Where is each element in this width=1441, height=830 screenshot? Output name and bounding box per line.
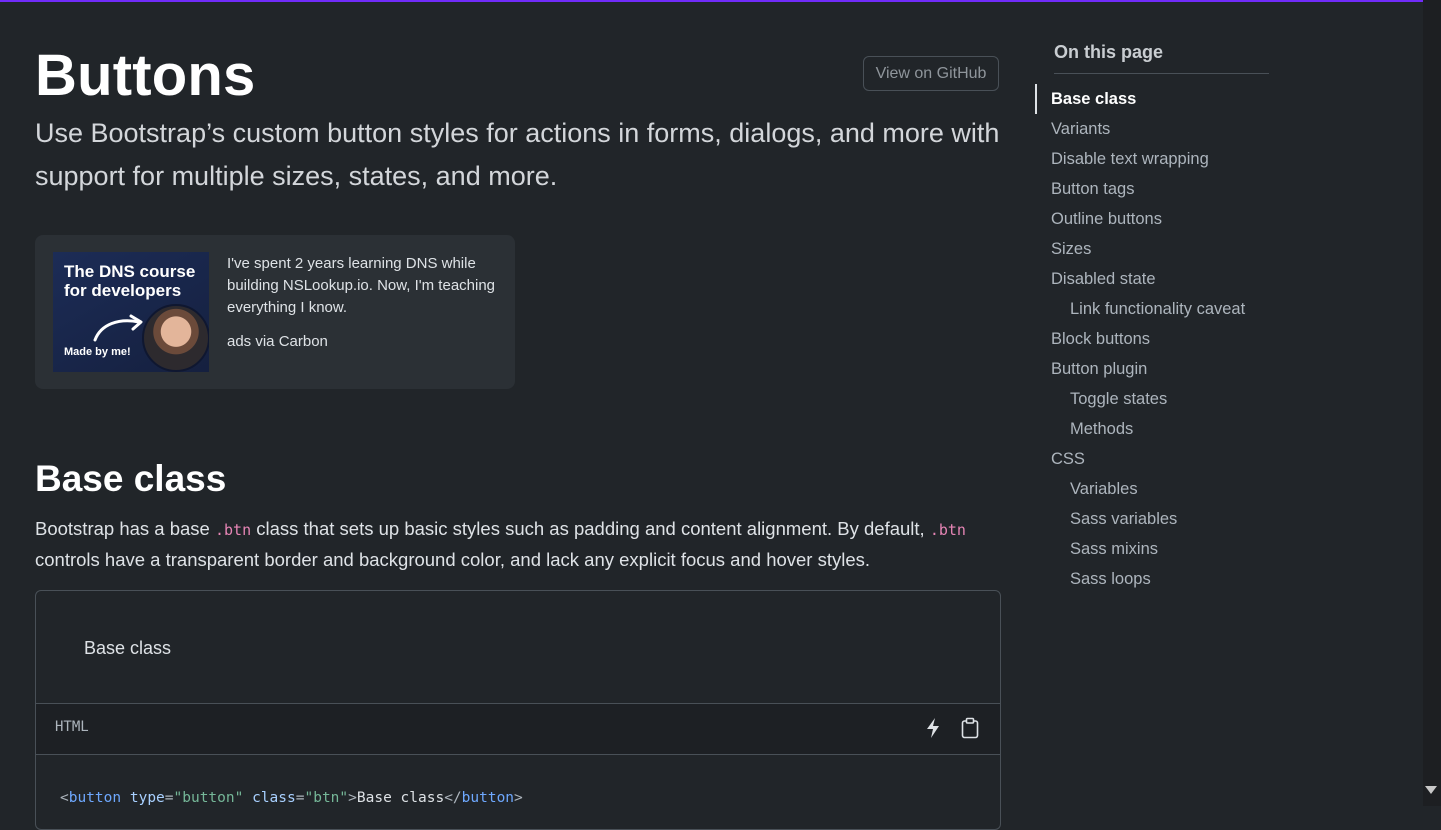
toc-item-variables[interactable]: Variables	[1035, 474, 1245, 504]
inline-code-btn: .btn	[214, 521, 252, 539]
clipboard-icon[interactable]	[960, 717, 980, 739]
toc-item-css[interactable]: CSS	[1035, 444, 1245, 474]
toc-item-link-functionality-caveat[interactable]: Link functionality caveat	[1035, 294, 1245, 324]
page-lead: Use Bootstrap’s custom button styles for…	[35, 118, 1000, 191]
code-language-label: HTML	[55, 719, 89, 735]
toc-item-toggle-states[interactable]: Toggle states	[1035, 384, 1245, 414]
view-on-github-button[interactable]: View on GitHub	[863, 56, 999, 91]
toc-item-base-class[interactable]: Base class	[1035, 84, 1245, 114]
ad-image-caption: Made by me!	[64, 346, 131, 358]
para-text-1: Bootstrap has a base	[35, 518, 215, 539]
toc-heading: On this page	[1054, 42, 1164, 62]
toc-item-disable-text-wrapping[interactable]: Disable text wrapping	[1035, 144, 1245, 174]
base-class-button[interactable]: Base class	[71, 631, 184, 666]
toc-item-sizes[interactable]: Sizes	[1035, 234, 1245, 264]
toc-item-variants[interactable]: Variants	[1035, 114, 1245, 144]
toc-item-button-tags[interactable]: Button tags	[1035, 174, 1245, 204]
para-text-2: class that sets up basic styles such as …	[251, 518, 930, 539]
para-text-3: controls have a transparent border and b…	[35, 549, 871, 570]
code-toolbar: HTML	[36, 703, 1000, 755]
toc-item-methods[interactable]: Methods	[1035, 414, 1245, 444]
toc-divider	[1054, 73, 1269, 74]
toc-item-button-plugin[interactable]: Button plugin	[1035, 354, 1245, 384]
vertical-scrollbar[interactable]	[1423, 0, 1441, 806]
inline-code-btn: .btn	[929, 521, 966, 539]
toc-item-block-buttons[interactable]: Block buttons	[1035, 324, 1245, 354]
avatar	[142, 304, 209, 372]
example-box: Base class HTML <button type="button" cl…	[35, 590, 1001, 830]
section-heading-base-class: Base class	[35, 458, 227, 499]
ad-image[interactable]: The DNS course for developers Made by me…	[53, 252, 209, 372]
toc-item-sass-variables[interactable]: Sass variables	[1035, 504, 1245, 534]
table-of-contents: Base class Variants Disable text wrappin…	[1035, 84, 1245, 594]
carbon-ad[interactable]: The DNS course for developers Made by me…	[35, 235, 515, 389]
top-accent-bar	[0, 0, 1423, 2]
toc-item-disabled-state[interactable]: Disabled state	[1035, 264, 1245, 294]
ad-image-title: The DNS course for developers	[64, 262, 196, 300]
toc-item-sass-loops[interactable]: Sass loops	[1035, 564, 1245, 594]
scroll-down-arrow-icon[interactable]	[1425, 786, 1437, 794]
toc-item-sass-mixins[interactable]: Sass mixins	[1035, 534, 1245, 564]
toc-item-outline-buttons[interactable]: Outline buttons	[1035, 204, 1245, 234]
curved-arrow-icon	[93, 314, 143, 342]
ad-text[interactable]: I've spent 2 years learning DNS while bu…	[227, 253, 497, 319]
lightning-icon[interactable]	[924, 717, 942, 739]
section-paragraph: Bootstrap has a base .btn class that set…	[35, 514, 1005, 574]
code-snippet: <button type="button" class="btn">Base c…	[60, 790, 523, 806]
page-title: Buttons	[35, 43, 256, 108]
ad-via-link[interactable]: ads via Carbon	[227, 333, 328, 350]
